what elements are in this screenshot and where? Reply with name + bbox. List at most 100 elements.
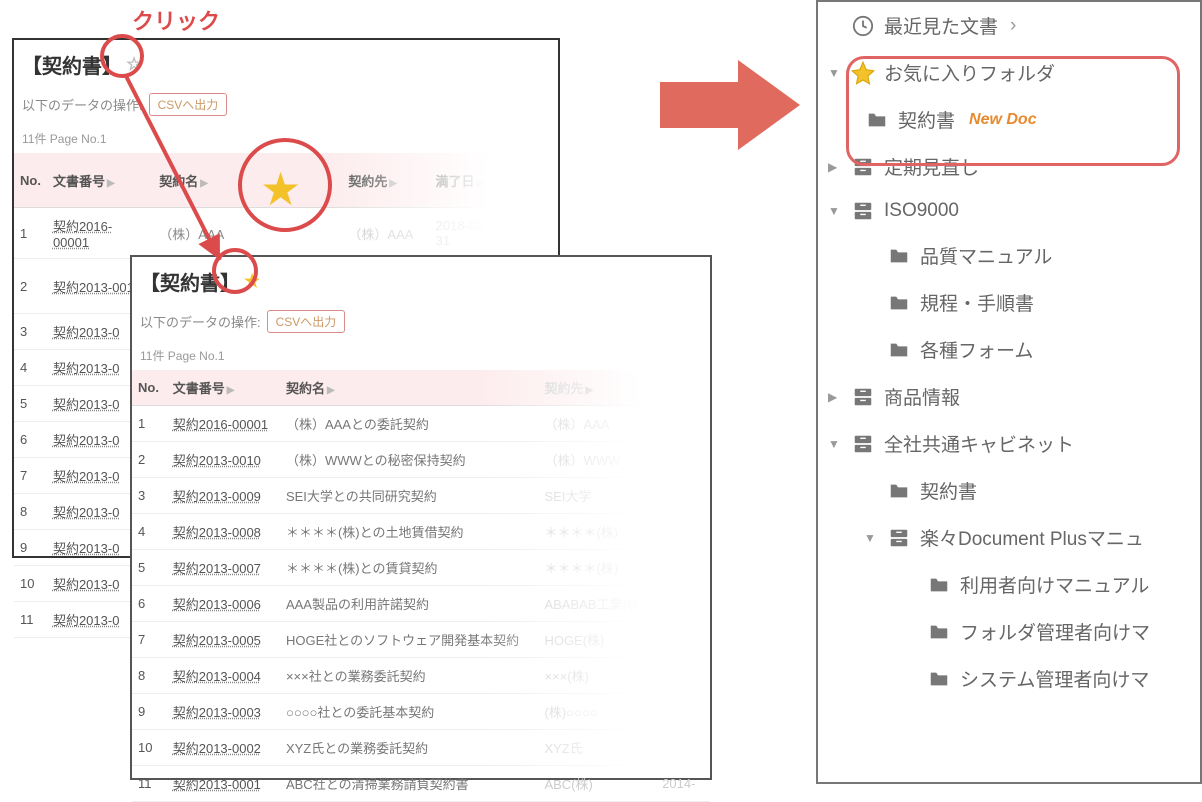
cell-no: 4: [132, 514, 167, 550]
cell-docno[interactable]: 契約2013-0004: [167, 658, 280, 694]
cell-name: ×××社との業務委託契約: [280, 658, 538, 694]
tree-item[interactable]: 全社共通キャビネット: [818, 420, 1200, 467]
caret-down-icon[interactable]: [828, 66, 842, 80]
cell-no: 10: [14, 566, 47, 602]
tree-item[interactable]: 利用者向けマニュアル: [818, 561, 1200, 608]
col-no: No.: [132, 370, 167, 406]
table-row[interactable]: 6 契約2013-0006 AAA製品の利用許諾契約 ABABAB工業(株) 2…: [132, 586, 710, 622]
table-row[interactable]: 8 契約2013-0004 ×××社との業務委託契約 ×××(株) 2015-: [132, 658, 710, 694]
tree-fav-folder-label: 契約書: [898, 106, 955, 133]
cell-no: 9: [14, 530, 47, 566]
annotation-big-arrow-icon: [660, 60, 800, 150]
cell-name: ＊＊＊＊(株)との賃貸契約: [280, 550, 538, 586]
col-partner[interactable]: 契約先▶: [342, 153, 429, 208]
cell-no: 4: [14, 350, 47, 386]
tree-item[interactable]: 定期見直し: [818, 143, 1200, 190]
cell-no: 6: [14, 422, 47, 458]
folder-icon: [886, 480, 912, 502]
folder-icon: [926, 574, 952, 596]
tree-item-label: 定期見直し: [884, 153, 979, 180]
tree-recent[interactable]: 最近見た文書 ›: [818, 2, 1200, 49]
col-docno[interactable]: 文書番号▶: [167, 370, 280, 406]
tree-favorites[interactable]: お気に入りフォルダ: [818, 49, 1200, 96]
tree-item[interactable]: 商品情報: [818, 373, 1200, 420]
tree-item-label: 楽々Document Plusマニュ: [920, 524, 1144, 551]
table-row[interactable]: 2 契約2013-0010 （株）WWWとの秘密保持契約 （株）WWW 2014…: [132, 442, 710, 478]
cell-partner: XYZ氏: [538, 730, 656, 766]
cell-docno[interactable]: 契約2016-00001: [167, 406, 280, 442]
table-row[interactable]: 1 契約2016-00001 （株）AAAとの委託契約 （株）AAA 2018-: [132, 406, 710, 442]
caret-right-icon[interactable]: [828, 390, 842, 404]
cell-done: 2015-: [656, 514, 710, 550]
table-row[interactable]: 5 契約2013-0007 ＊＊＊＊(株)との賃貸契約 ＊＊＊＊(株) 2014…: [132, 550, 710, 586]
favorite-star-outline-icon[interactable]: ☆: [126, 54, 142, 75]
cell-docno[interactable]: 契約2013-0003: [167, 694, 280, 730]
caret-down-icon[interactable]: [864, 531, 878, 545]
tree-recent-label: 最近見た文書: [884, 12, 998, 39]
tree-item[interactable]: システム管理者向けマ: [818, 655, 1200, 702]
caret-down-icon[interactable]: [828, 204, 842, 218]
table-row[interactable]: 9 契約2013-0003 ○○○○社との委託基本契約 (株)○○○○ 2015…: [132, 694, 710, 730]
cell-docno[interactable]: 契約2013-0010: [167, 442, 280, 478]
cabinet-icon: [850, 433, 876, 455]
cell-no: 8: [14, 494, 47, 530]
tree-item[interactable]: フォルダ管理者向けマ: [818, 608, 1200, 655]
cell-no: 5: [14, 386, 47, 422]
col-name[interactable]: 契約名▶: [153, 153, 342, 208]
annotation-click-label: クリック: [132, 4, 220, 36]
chevron-right-icon: ›: [1010, 15, 1016, 37]
folder-icon: [926, 668, 952, 690]
cell-name: （株）AAA: [153, 208, 342, 259]
cell-partner: ＊＊＊＊(株): [538, 514, 656, 550]
cell-docno[interactable]: 契約2013-0008: [167, 514, 280, 550]
tree-item[interactable]: 品質マニュアル: [818, 232, 1200, 279]
tree-item-label: フォルダ管理者向けマ: [960, 618, 1150, 645]
tree-fav-folder[interactable]: 契約書 New Doc: [818, 96, 1200, 143]
panel1-page-info: 11件 Page No.1: [14, 120, 558, 153]
cell-name: （株）WWWとの秘密保持契約: [280, 442, 538, 478]
col-name[interactable]: 契約名▶: [280, 370, 538, 406]
col-no: No.: [14, 153, 47, 208]
table-row[interactable]: 3 契約2013-0009 SEI大学との共同研究契約 SEI大学 2014-: [132, 478, 710, 514]
cell-partner: HOGE(株): [538, 622, 656, 658]
cell-partner: (株)○○○○: [538, 694, 656, 730]
cell-no: 6: [132, 586, 167, 622]
panel2-sub-label: 以下のデータの操作:: [140, 312, 261, 331]
cell-done: 2015-: [656, 694, 710, 730]
tree-item-label: ISO9000: [884, 200, 959, 222]
cell-name: ＊＊＊＊(株)との土地賃借契約: [280, 514, 538, 550]
cell-done: 2018-: [656, 406, 710, 442]
col-done[interactable]: 満了日: [656, 370, 710, 406]
folder-icon: [926, 621, 952, 643]
star-icon: [850, 62, 876, 84]
panel1-title: 【契約書】: [22, 50, 122, 79]
cell-partner: （株）WWW: [538, 442, 656, 478]
cell-docno[interactable]: 契約2016-00001: [47, 208, 153, 259]
tree-item[interactable]: 各種フォーム: [818, 326, 1200, 373]
caret-right-icon[interactable]: [828, 160, 842, 174]
tree-item[interactable]: 契約書: [818, 467, 1200, 514]
cell-docno[interactable]: 契約2013-0006: [167, 586, 280, 622]
favorite-star-filled-icon[interactable]: ★: [244, 271, 260, 292]
col-done[interactable]: 満了日▶: [430, 153, 508, 208]
tree-item[interactable]: ISO9000: [818, 190, 1200, 232]
tree-item[interactable]: 楽々Document Plusマニュ: [818, 514, 1200, 561]
cell-partner: ×××(株): [538, 658, 656, 694]
csv-export-button[interactable]: CSVへ出力: [149, 93, 228, 116]
csv-export-button[interactable]: CSVへ出力: [267, 310, 346, 333]
tree-item[interactable]: 規程・手順書: [818, 279, 1200, 326]
cell-docno[interactable]: 契約2013-0002: [167, 730, 280, 766]
table-row[interactable]: 7 契約2013-0005 HOGE社とのソフトウェア開発基本契約 HOGE(株…: [132, 622, 710, 658]
tree-item-label: 品質マニュアル: [920, 242, 1052, 269]
cell-docno[interactable]: 契約2013-0009: [167, 478, 280, 514]
col-partner[interactable]: 契約先▶: [538, 370, 656, 406]
cell-docno[interactable]: 契約2013-0007: [167, 550, 280, 586]
cell-docno[interactable]: 契約2013-0005: [167, 622, 280, 658]
col-docno[interactable]: 文書番号▶: [47, 153, 153, 208]
cabinet-icon: [850, 200, 876, 222]
caret-down-icon[interactable]: [828, 437, 842, 451]
tree-item-label: システム管理者向けマ: [960, 665, 1149, 692]
table-row[interactable]: 10 契約2013-0002 XYZ氏との業務委託契約 XYZ氏 2014-: [132, 730, 710, 766]
table-row[interactable]: 4 契約2013-0008 ＊＊＊＊(株)との土地賃借契約 ＊＊＊＊(株) 20…: [132, 514, 710, 550]
cell-done: 2014-: [656, 730, 710, 766]
